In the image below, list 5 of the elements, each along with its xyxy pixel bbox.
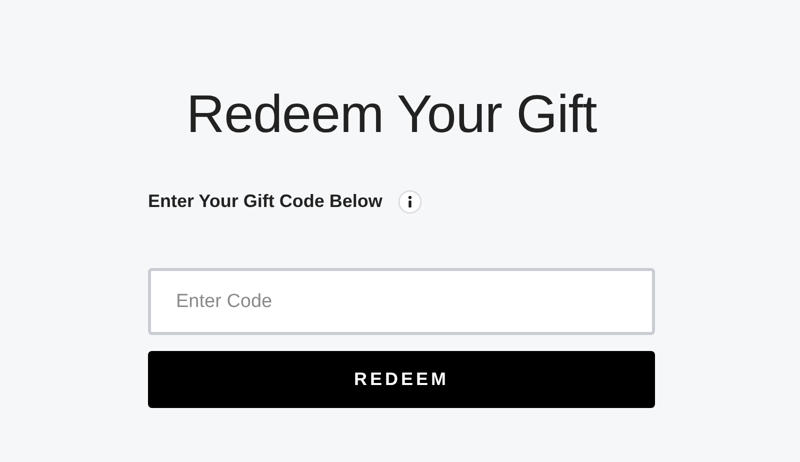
code-field[interactable]: Enter Code	[148, 268, 655, 335]
info-icon[interactable]	[398, 190, 422, 214]
redeem-button[interactable]: REDEEM	[148, 351, 655, 408]
field-label: Enter Your Gift Code Below	[148, 190, 382, 213]
page-title: Redeem Your Gift	[185, 88, 598, 141]
